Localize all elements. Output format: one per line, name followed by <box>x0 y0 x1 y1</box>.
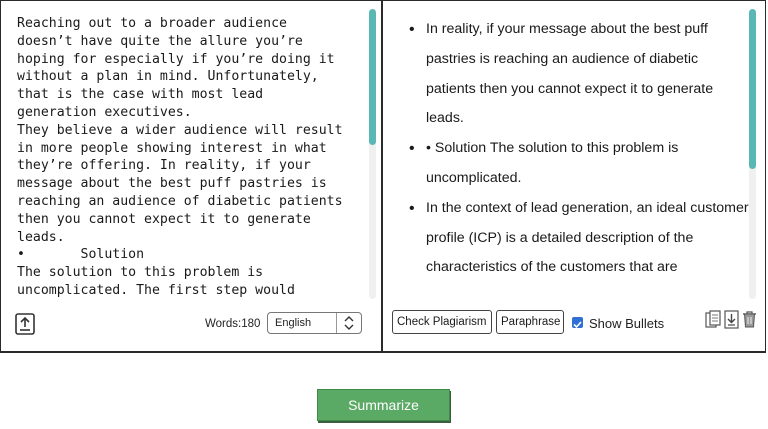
input-panel: Reaching out to a broader audience doesn… <box>1 1 383 352</box>
language-select[interactable]: English <box>267 312 362 334</box>
output-scrollbar-thumb[interactable] <box>749 9 756 169</box>
select-divider <box>336 313 337 333</box>
show-bullets-label: Show Bullets <box>589 316 665 331</box>
summary-bullet: • Solution The solution to this problem … <box>409 134 749 194</box>
copy-icon[interactable] <box>705 310 722 329</box>
word-count: Words:180 <box>205 318 261 330</box>
summary-bullet: In reality, if your message about the be… <box>409 15 749 134</box>
chevron-updown-icon <box>342 315 356 331</box>
summarize-button[interactable]: Summarize <box>317 389 450 421</box>
download-icon[interactable] <box>723 310 740 329</box>
show-bullets-checkbox[interactable] <box>572 317 583 329</box>
check-plagiarism-button[interactable]: Check Plagiarism <box>392 310 492 334</box>
language-selected: English <box>275 317 312 329</box>
summarizer-frame: Reaching out to a broader audience doesn… <box>0 0 766 353</box>
paraphrase-button[interactable]: Paraphrase <box>496 310 564 334</box>
input-scrollbar[interactable] <box>369 9 376 299</box>
trash-icon[interactable] <box>741 310 758 329</box>
output-panel: In reality, if your message about the be… <box>383 1 767 352</box>
summary-bullet-list: In reality, if your message about the be… <box>383 15 749 301</box>
upload-icon[interactable] <box>15 313 35 335</box>
input-textarea[interactable]: Reaching out to a broader audience doesn… <box>17 15 367 300</box>
input-scrollbar-thumb[interactable] <box>369 9 376 145</box>
output-scrollbar[interactable] <box>749 9 756 299</box>
summary-bullet: In the context of lead generation, an id… <box>409 194 749 283</box>
